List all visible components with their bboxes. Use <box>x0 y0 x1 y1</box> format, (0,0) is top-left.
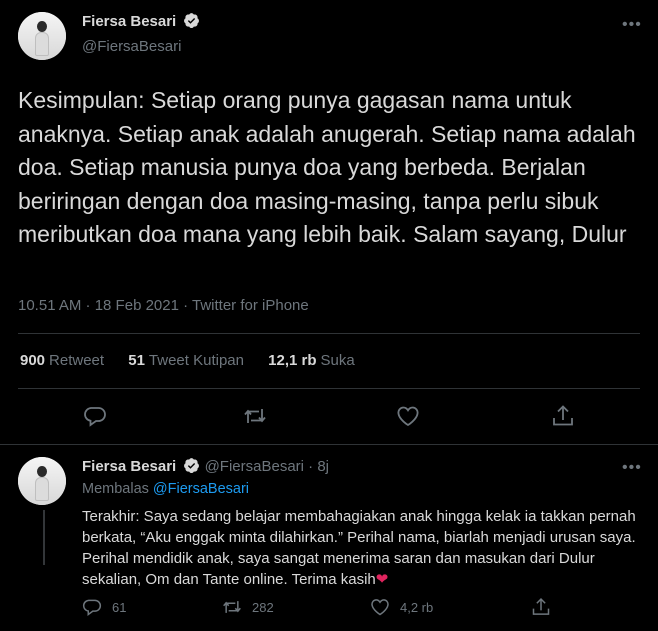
divider <box>18 333 640 334</box>
reply-text: Terakhir: Saya sedang belajar membahagia… <box>82 506 642 590</box>
like-stat[interactable]: 12,1 rb Suka <box>268 352 355 369</box>
replying-prefix: Membalas <box>82 481 149 497</box>
reply-time[interactable]: · 8j <box>308 458 329 475</box>
retweet-button[interactable] <box>243 404 267 428</box>
author-name[interactable]: Fiersa Besari <box>82 12 200 30</box>
retweet-label: Retweet <box>49 352 105 369</box>
heart-emoji: ❤ <box>375 571 389 588</box>
quote-label: Tweet Kutipan <box>148 352 244 369</box>
reply-icon <box>84 407 106 427</box>
replying-to: Membalas @FiersaBesari <box>82 481 249 497</box>
retweet-count: 900 <box>20 352 46 369</box>
more-icon[interactable]: ••• <box>622 16 642 34</box>
reply-count: 61 <box>112 599 127 615</box>
verified-icon <box>184 13 200 29</box>
quote-stat[interactable]: 51 Tweet Kutipan <box>128 352 244 369</box>
reply-like-button[interactable]: 4,2 rb <box>370 597 433 617</box>
reply-retweet-button[interactable]: 282 <box>222 597 274 617</box>
quote-count: 51 <box>128 352 145 369</box>
share-icon <box>553 405 573 426</box>
main-tweet: Fiersa Besari @FiersaBesari ••• Kesimpul… <box>0 0 658 443</box>
share-icon <box>532 598 550 615</box>
thread-line <box>43 510 45 565</box>
reply-author-name[interactable]: Fiersa Besari <box>82 458 176 475</box>
author-handle[interactable]: @FiersaBesari <box>82 38 181 55</box>
retweet-stat[interactable]: 900 Retweet <box>20 352 104 369</box>
tweet-text: Kesimpulan: Setiap orang punya gagasan n… <box>18 87 643 247</box>
avatar[interactable] <box>18 12 66 60</box>
verified-icon <box>184 458 200 474</box>
divider <box>18 388 640 389</box>
like-count: 4,2 rb <box>400 599 434 615</box>
like-count: 12,1 rb <box>268 352 317 369</box>
reply-more-icon[interactable]: ••• <box>622 459 642 477</box>
retweet-icon <box>244 409 266 423</box>
tweet-stats: 900 Retweet 51 Tweet Kutipan 12,1 rb Suka <box>20 352 375 369</box>
retweet-icon <box>223 601 241 613</box>
reply-avatar[interactable] <box>18 457 66 505</box>
author-name-text[interactable]: Fiersa Besari <box>82 13 176 30</box>
replying-handle-link[interactable]: @FiersaBesari <box>153 481 249 497</box>
share-button[interactable] <box>551 404 575 428</box>
reply-button[interactable] <box>83 404 107 428</box>
retweet-count: 282 <box>252 599 274 615</box>
reply-header: Fiersa Besari @FiersaBesari · 8j <box>82 457 329 475</box>
reply-share-button[interactable] <box>531 597 561 617</box>
like-label: Suka <box>320 352 355 369</box>
reply-reply-button[interactable]: 61 <box>82 597 126 617</box>
reply-handle[interactable]: @FiersaBesari <box>205 458 304 475</box>
heart-icon <box>397 406 419 427</box>
tweet-timestamp[interactable]: 10.51 AM · 18 Feb 2021 · Twitter for iPh… <box>18 297 309 314</box>
heart-icon <box>371 599 389 616</box>
reply-icon <box>82 599 102 616</box>
reply-text-body: Terakhir: Saya sedang belajar membahagia… <box>82 508 640 588</box>
like-button[interactable] <box>396 404 420 428</box>
